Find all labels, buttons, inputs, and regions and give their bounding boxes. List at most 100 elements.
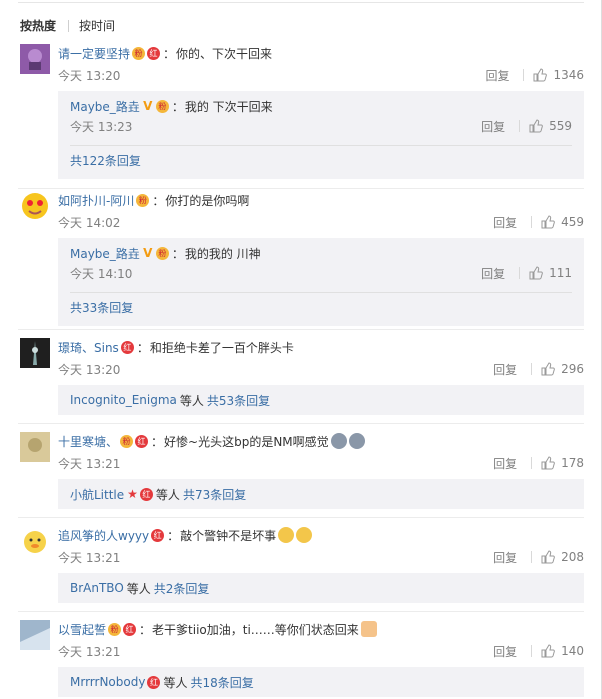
fan-badge-icon [136, 193, 150, 207]
action-divider [519, 120, 521, 132]
like-button[interactable]: 140 [541, 644, 584, 658]
comment-text: 和拒绝卡差了一百个胖头卡 [149, 340, 294, 355]
comment-time: 今天 14:02 [58, 215, 121, 230]
action-divider [531, 551, 533, 563]
emoji-icon [348, 433, 365, 449]
comment-divider [18, 329, 584, 330]
colon: ： [139, 622, 152, 637]
reply-button[interactable]: 回复 [493, 361, 517, 378]
reply-button[interactable]: 回复 [493, 643, 517, 660]
comment-divider [18, 423, 584, 424]
thumbs-up-icon [529, 266, 543, 280]
tab-hot[interactable]: 按热度 [20, 17, 56, 34]
comment-text: 敲个警钟不是坏事 [180, 528, 277, 543]
colon: ： [167, 528, 180, 543]
top-divider [18, 2, 584, 3]
reply-summary-user[interactable]: Incognito_Enigma [70, 393, 177, 407]
red-badge-icon [135, 434, 149, 448]
comment-time: 今天 13:20 [58, 362, 121, 377]
comment-item: 追风筝的人wyyy ： 敲个警钟不是坏事 今天 13:21 回复 208 BrA… [18, 526, 584, 603]
reply-summary-text: 等人 [179, 393, 204, 408]
more-replies-link[interactable]: 共33条回复 [70, 301, 133, 315]
comment-username[interactable]: 璟琦、Sins [58, 339, 119, 356]
reply-button[interactable]: 回复 [481, 118, 505, 135]
like-button[interactable]: 559 [529, 119, 572, 133]
comment-item: 如阿扑川-阿川 ： 你打的是你吗啊 今天 14:02 回复 459 Maybe_… [18, 191, 584, 326]
fan-badge-icon [132, 46, 146, 60]
red-badge-icon [147, 46, 161, 60]
reply-summary-user[interactable]: 小航Little [70, 486, 124, 503]
reply-button[interactable]: 回复 [493, 549, 517, 566]
colon: ： [163, 46, 176, 61]
comment-text: 你的、下次干回来 [176, 46, 273, 61]
comment-item: 以雪起誓 ： 老干爹tiio加油，ti……等你们状态回来 今天 13:21 回复… [18, 620, 584, 697]
avatar[interactable] [20, 44, 50, 74]
action-divider [523, 69, 525, 81]
comment-text: 你打的是你吗啊 [165, 193, 250, 208]
fan-badge-icon [120, 434, 134, 448]
like-count: 111 [549, 266, 572, 280]
avatar[interactable] [20, 191, 50, 221]
reply-username[interactable]: Maybe_路垚 [70, 245, 140, 262]
red-badge-icon [151, 528, 165, 542]
reply-summary: BrAnTBO 等人 共2条回复 [58, 573, 584, 603]
more-replies-link[interactable]: 共18条回复 [190, 674, 253, 691]
reply-button[interactable]: 回复 [493, 214, 517, 231]
red-badge-icon [120, 340, 134, 354]
thumbs-up-icon [541, 456, 555, 470]
reply-summary: MrrrrNobody 等人 共18条回复 [58, 667, 584, 697]
reply-username[interactable]: Maybe_路垚 [70, 98, 140, 115]
thumbs-up-icon [541, 215, 555, 229]
like-button[interactable]: 459 [541, 215, 584, 229]
avatar[interactable] [20, 432, 50, 462]
like-button[interactable]: 296 [541, 362, 584, 376]
like-button[interactable]: 208 [541, 550, 584, 564]
reply-summary: 小航Little ★ 等人 共73条回复 [58, 479, 584, 509]
like-button[interactable]: 111 [529, 266, 572, 280]
more-replies-link[interactable]: 共53条回复 [207, 392, 270, 409]
like-count: 1346 [553, 68, 584, 82]
action-divider [531, 457, 533, 469]
tab-time[interactable]: 按时间 [79, 17, 115, 34]
more-replies-link[interactable]: 共122条回复 [70, 154, 141, 168]
comment-username[interactable]: 请一定要坚持 [58, 45, 130, 62]
colon: ： [136, 340, 149, 355]
thumbs-up-icon [529, 119, 543, 133]
comment-item: 璟琦、Sins ： 和拒绝卡差了一百个胖头卡 今天 13:20 回复 296 I… [18, 338, 584, 415]
comment-username[interactable]: 如阿扑川-阿川 [58, 192, 134, 209]
like-count: 208 [561, 550, 584, 564]
reply-text: 我的 下次干回来 [184, 99, 273, 114]
reply-text: 我的我的 川神 [184, 246, 261, 261]
avatar[interactable] [20, 620, 50, 650]
reply-summary-user[interactable]: BrAnTBO [70, 581, 124, 595]
comment-username[interactable]: 十里寒塘、 [58, 433, 118, 450]
comment-divider [18, 517, 584, 518]
comment-time: 今天 13:21 [58, 456, 121, 471]
thumbs-up-icon [541, 362, 555, 376]
colon: ： [152, 193, 165, 208]
comment-time: 今天 13:20 [58, 68, 121, 83]
more-replies-link[interactable]: 共73条回复 [183, 486, 246, 503]
reply-box: Maybe_路垚 ： 我的我的 川神 今天 14:10 回复 111 [58, 238, 584, 326]
reply-button[interactable]: 回复 [493, 455, 517, 472]
avatar[interactable] [20, 526, 50, 556]
reply-summary-user[interactable]: MrrrrNobody [70, 675, 145, 689]
emoji-icon [330, 433, 347, 449]
reply-button[interactable]: 回复 [481, 265, 505, 282]
avatar[interactable] [20, 338, 50, 368]
like-button[interactable]: 178 [541, 456, 584, 470]
comment-username[interactable]: 以雪起誓 [58, 621, 106, 638]
action-divider [531, 363, 533, 375]
thumbs-up-icon [533, 68, 548, 82]
more-replies-link[interactable]: 共2条回复 [154, 580, 210, 597]
comment-username[interactable]: 追风筝的人wyyy [58, 527, 149, 544]
star-icon: ★ [127, 487, 138, 501]
reply-button[interactable]: 回复 [485, 67, 509, 84]
comment-item: 请一定要坚持 ： 你的、下次干回来 今天 13:20 回复 1346 Maybe… [18, 44, 584, 179]
reply-time: 今天 14:10 [70, 266, 133, 281]
like-count: 559 [549, 119, 572, 133]
fan-badge-icon [108, 622, 122, 636]
comment-text: 好惨~光头这bp的是NM啊感觉 [164, 434, 329, 449]
sort-tabs: 按热度 按时间 [20, 17, 115, 34]
like-button[interactable]: 1346 [533, 68, 584, 82]
